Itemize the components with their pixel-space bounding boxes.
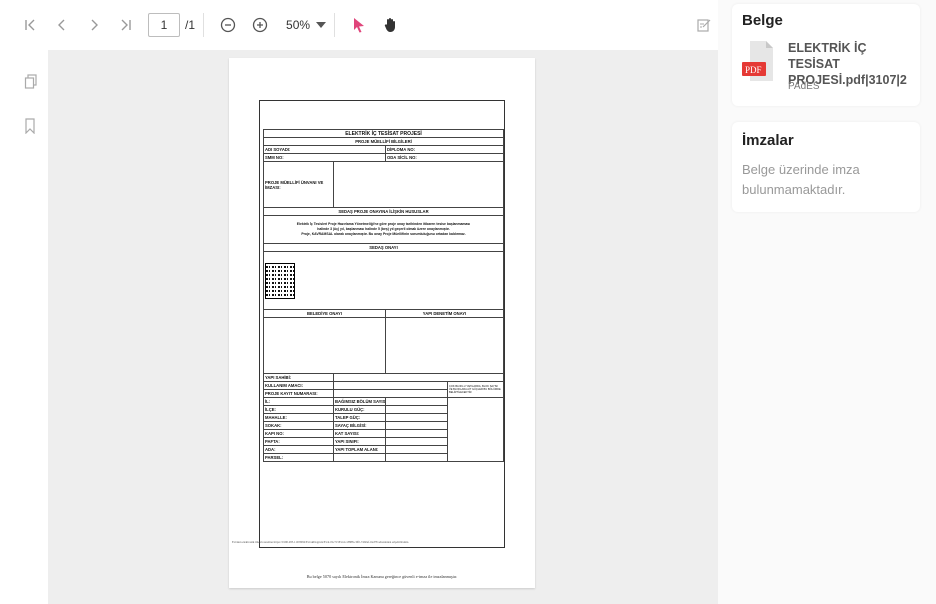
form-cell: YAPI TOPLAM ALANI: bbox=[333, 445, 386, 454]
form-cell: ADI SOYADI: bbox=[263, 145, 386, 154]
page-total: /1 bbox=[185, 18, 196, 32]
form-note: ÇOK BLOKLU YAPILARDA, BLOK SAYISI VE BLO… bbox=[446, 381, 505, 398]
next-page-icon[interactable] bbox=[78, 10, 110, 40]
zoom-out-icon[interactable] bbox=[212, 10, 244, 40]
form-cell: SMM NO: bbox=[263, 153, 386, 162]
zoom-in-icon[interactable] bbox=[244, 10, 276, 40]
form-cell: PAFTA: bbox=[263, 437, 334, 446]
form-cell: PROJE KAYIT NUMARASI: bbox=[263, 389, 334, 398]
hand-tool-icon[interactable] bbox=[375, 10, 407, 40]
thumbnails-icon[interactable] bbox=[24, 74, 44, 94]
qr-code bbox=[265, 262, 295, 299]
imzalar-title: İmzalar bbox=[742, 132, 794, 149]
toolbar-divider bbox=[203, 13, 205, 37]
side-panel: Belge PDF ELEKTRİK İÇ TESİSAT PROJESİ.pd… bbox=[718, 0, 936, 604]
sedas-text: Elektrik İç Tesisleri Proje Hazırlama Yö… bbox=[262, 215, 505, 244]
belge-title: Belge bbox=[742, 12, 783, 29]
form-cell bbox=[332, 373, 505, 382]
form-cell: SOKAK: bbox=[263, 421, 334, 430]
file-type: PAdES bbox=[788, 81, 820, 92]
document-card: Belge PDF ELEKTRİK İÇ TESİSAT PROJESİ.pd… bbox=[732, 4, 920, 106]
form-cell: PROJE MÜELLİFİ ÜNVANI VE İMZASI: bbox=[263, 161, 334, 208]
pdf-badge: PDF bbox=[745, 65, 762, 75]
verify-line: Evrakın elektronik imzalı suretine https… bbox=[232, 540, 410, 544]
form-cell bbox=[333, 381, 448, 390]
viewer-toolbar: 1 /1 50% bbox=[0, 0, 718, 50]
pdf-viewer-app: 1 /1 50% ELEKTRİK İÇ TESİSAT PROJESİ PRO… bbox=[0, 0, 936, 604]
form-cell: PROJE MÜELLİFİ BİLGİLERİ bbox=[262, 137, 505, 146]
form-cell: ODA SİCİL NO: bbox=[384, 153, 505, 162]
sedas-text-line: Elektrik İç Tesisleri Proje Hazırlama Yö… bbox=[296, 222, 471, 226]
form-cell: İL: bbox=[263, 397, 334, 406]
qr-cell bbox=[262, 251, 505, 310]
form-cell: İLÇE: bbox=[263, 405, 334, 414]
form-cell: PARSEL: bbox=[263, 453, 334, 462]
project-form-table: ELEKTRİK İÇ TESİSAT PROJESİ PROJE MÜELLİ… bbox=[262, 129, 505, 462]
form-cell: BELEDİYE ONAYI bbox=[263, 309, 386, 318]
document-viewport[interactable]: ELEKTRİK İÇ TESİSAT PROJESİ PROJE MÜELLİ… bbox=[48, 50, 718, 604]
form-cell: SAYAÇ BİLGİSİ: bbox=[333, 421, 386, 430]
form-cell: YAPI SINIFI: bbox=[333, 437, 386, 446]
first-page-icon[interactable] bbox=[14, 10, 46, 40]
form-cell bbox=[385, 421, 448, 430]
form-cell bbox=[446, 397, 505, 462]
form-frame: ELEKTRİK İÇ TESİSAT PROJESİ PROJE MÜELLİ… bbox=[259, 100, 505, 548]
previous-page-icon[interactable] bbox=[46, 10, 78, 40]
left-rail bbox=[0, 50, 48, 604]
form-cell: SEDAŞ ONAYI bbox=[262, 243, 505, 252]
form-cell: MAHALLE: bbox=[263, 413, 334, 422]
form-cell bbox=[385, 445, 448, 454]
form-cell bbox=[385, 405, 448, 414]
page-number-input[interactable]: 1 bbox=[148, 13, 180, 37]
form-cell: YAPI SAHİBİ: bbox=[263, 373, 334, 382]
toolbar-divider bbox=[334, 13, 336, 37]
select-cursor-icon[interactable] bbox=[343, 10, 375, 40]
form-cell bbox=[385, 429, 448, 438]
form-cell: BAĞIMSIZ BÖLÜM SAYISI: bbox=[333, 397, 386, 406]
form-cell: YAPI DENETİM ONAYI bbox=[384, 309, 505, 318]
form-cell: TALEP GÜÇ: bbox=[333, 413, 386, 422]
signatures-card: İmzalar Belge üzerinde imza bulunmamakta… bbox=[732, 122, 920, 212]
no-signature-message: Belge üzerinde imza bulunmamaktadır. bbox=[742, 162, 860, 197]
form-cell: SEDAŞ PROJE ONAYINA İLİŞKİN HUSUSLAR bbox=[262, 207, 505, 216]
sedas-text-line: Proje, KAVRAMSAL olarak onaylanmıştır. B… bbox=[301, 232, 466, 236]
form-cell bbox=[333, 453, 386, 462]
form-cell bbox=[385, 397, 448, 406]
form-cell bbox=[333, 389, 448, 398]
form-cell: KAPI NO: bbox=[263, 429, 334, 438]
form-cell: KURULU GÜÇ: bbox=[333, 405, 386, 414]
esign-footer: Bu belge 5070 sayılı Elektronik İmza Kan… bbox=[306, 574, 458, 579]
annotate-icon[interactable] bbox=[688, 10, 720, 40]
form-cell bbox=[384, 317, 505, 374]
pdf-file-icon bbox=[742, 41, 773, 81]
sedas-text-line: halinde 3 (üç) yıl, başlanması halinde 5… bbox=[317, 227, 450, 231]
form-cell bbox=[332, 161, 505, 208]
pdf-page: ELEKTRİK İÇ TESİSAT PROJESİ PROJE MÜELLİ… bbox=[229, 58, 535, 588]
form-cell bbox=[385, 437, 448, 446]
form-cell bbox=[385, 453, 448, 462]
zoom-value: 50% bbox=[286, 18, 311, 32]
chevron-down-icon bbox=[316, 22, 327, 28]
last-page-icon[interactable] bbox=[110, 10, 142, 40]
form-cell bbox=[385, 413, 448, 422]
zoom-select[interactable]: 50% bbox=[286, 18, 327, 32]
form-cell: KAT SAYISI: bbox=[333, 429, 386, 438]
form-cell: KULLANIM AMACI: bbox=[263, 381, 334, 390]
form-title: ELEKTRİK İÇ TESİSAT PROJESİ bbox=[262, 129, 505, 138]
bookmark-icon[interactable] bbox=[24, 118, 44, 138]
form-cell: ADA: bbox=[263, 445, 334, 454]
form-cell bbox=[263, 317, 386, 374]
form-cell: DİPLOMA NO: bbox=[384, 145, 505, 154]
